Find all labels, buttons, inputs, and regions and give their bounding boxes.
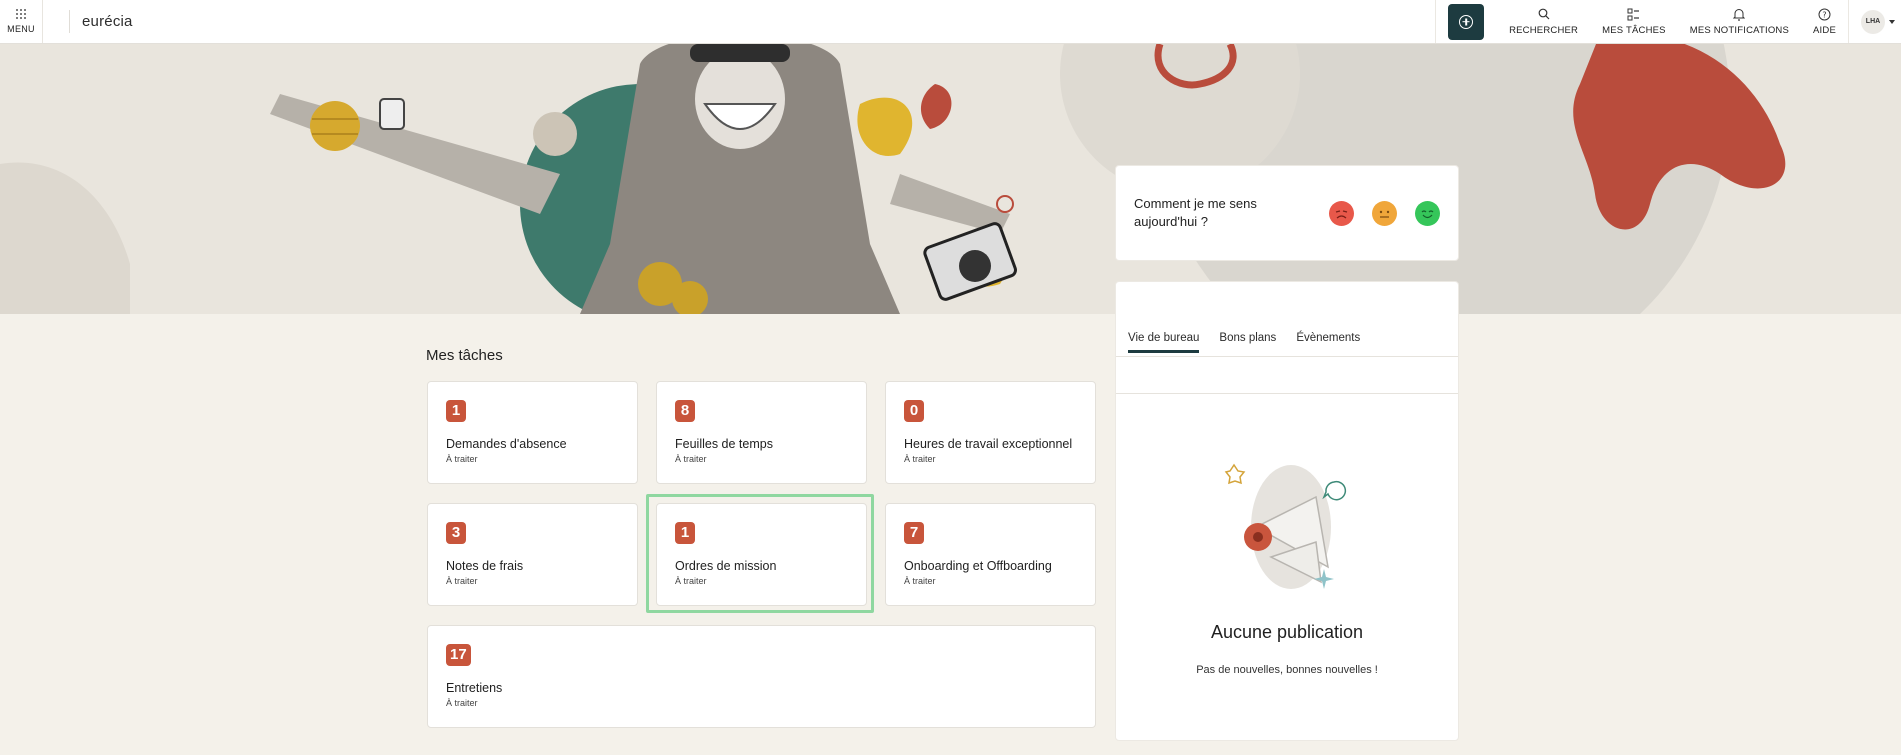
task-status: À traiter [904,454,936,464]
svg-text:?: ? [1822,10,1826,19]
mood-neutral-face-icon[interactable] [1372,200,1397,226]
divider [69,10,70,33]
task-count-badge: 7 [904,522,924,544]
apps-grid-icon [16,9,26,19]
task-label: Demandes d'absence [446,437,567,451]
hero-banner [0,44,1901,314]
megaphone-illustration-icon [1216,457,1361,607]
tab-bons-plans[interactable]: Bons plans [1219,332,1276,353]
tasks-section-title: Mes tâches [426,347,503,364]
task-label: Feuilles de temps [675,437,773,451]
menu-button[interactable]: MENU [0,0,43,43]
create-button[interactable] [1448,3,1485,40]
empty-state-title: Aucune publication [1210,622,1364,642]
empty-state-subtitle: Pas de nouvelles, bonnes nouvelles ! [1196,664,1378,676]
task-label: Heures de travail exceptionnel [904,437,1073,451]
task-status: À traiter [446,698,478,708]
task-status: À traiter [675,576,707,586]
nav-help[interactable]: ? AIDE [1801,0,1848,43]
tabs-divider [1116,356,1458,357]
nav-help-label: AIDE [1813,25,1836,36]
task-card-mission-orders[interactable]: 1 Ordres de mission À traiter [656,503,867,606]
tab-evenements[interactable]: Évènements [1296,332,1360,353]
mood-good-face-icon[interactable] [1415,200,1440,226]
bell-icon [1732,7,1746,21]
task-count-badge: 1 [675,522,695,544]
mood-options [1329,200,1440,226]
nav-search[interactable]: RECHERCHER [1497,0,1590,43]
task-status: À traiter [904,576,936,586]
task-count-badge: 3 [446,522,466,544]
task-status: À traiter [446,454,478,464]
tasks-icon [1627,7,1641,21]
task-status: À traiter [446,576,478,586]
chevron-down-icon [1889,19,1895,24]
task-card-timesheets[interactable]: 8 Feuilles de temps À traiter [656,381,867,484]
task-label: Ordres de mission [675,559,777,573]
logo[interactable]: eurécia [82,0,133,43]
search-icon [1537,7,1551,21]
user-menu[interactable]: LHA [1848,0,1901,43]
mood-card: Comment je me sens aujourd'hui ? [1115,165,1459,261]
task-card-onboarding[interactable]: 7 Onboarding et Offboarding À traiter [885,503,1096,606]
task-card-overtime[interactable]: 0 Heures de travail exceptionnel À trait… [885,381,1096,484]
tab-vie-de-bureau[interactable]: Vie de bureau [1128,332,1200,353]
task-status: À traiter [675,454,707,464]
nav-my-tasks-label: MES TÂCHES [1602,25,1666,36]
top-bar: MENU eurécia RECHERCHER MES TÂCHES MES N… [0,0,1901,44]
news-card: Vie de bureau Bons plans Évènements Aucu… [1115,281,1459,741]
task-card-expenses[interactable]: 3 Notes de frais À traiter [427,503,638,606]
section-divider [1116,393,1458,394]
nav-search-label: RECHERCHER [1509,25,1579,36]
nav-notifications[interactable]: MES NOTIFICATIONS [1678,0,1801,43]
nav-my-tasks[interactable]: MES TÂCHES [1590,0,1678,43]
task-card-interviews[interactable]: 17 Entretiens À traiter [427,625,1096,728]
nav-notifications-label: MES NOTIFICATIONS [1689,25,1790,36]
task-label: Onboarding et Offboarding [904,559,1052,573]
news-tabs: Vie de bureau Bons plans Évènements [1128,332,1360,353]
mood-question: Comment je me sens aujourd'hui ? [1134,196,1257,229]
plus-circle-icon [1459,14,1474,29]
task-count-badge: 0 [904,400,924,422]
avatar[interactable]: LHA [1861,9,1885,34]
task-card-absence[interactable]: 1 Demandes d'absence À traiter [427,381,638,484]
menu-label: MENU [7,24,35,34]
task-count-badge: 17 [446,644,471,666]
help-icon: ? [1818,7,1832,21]
task-count-badge: 8 [675,400,695,422]
task-label: Notes de frais [446,559,524,573]
task-count-badge: 1 [446,400,466,422]
task-label: Entretiens [446,681,503,695]
hero-collage-image [0,44,1901,314]
mood-bad-face-icon[interactable] [1329,200,1354,226]
